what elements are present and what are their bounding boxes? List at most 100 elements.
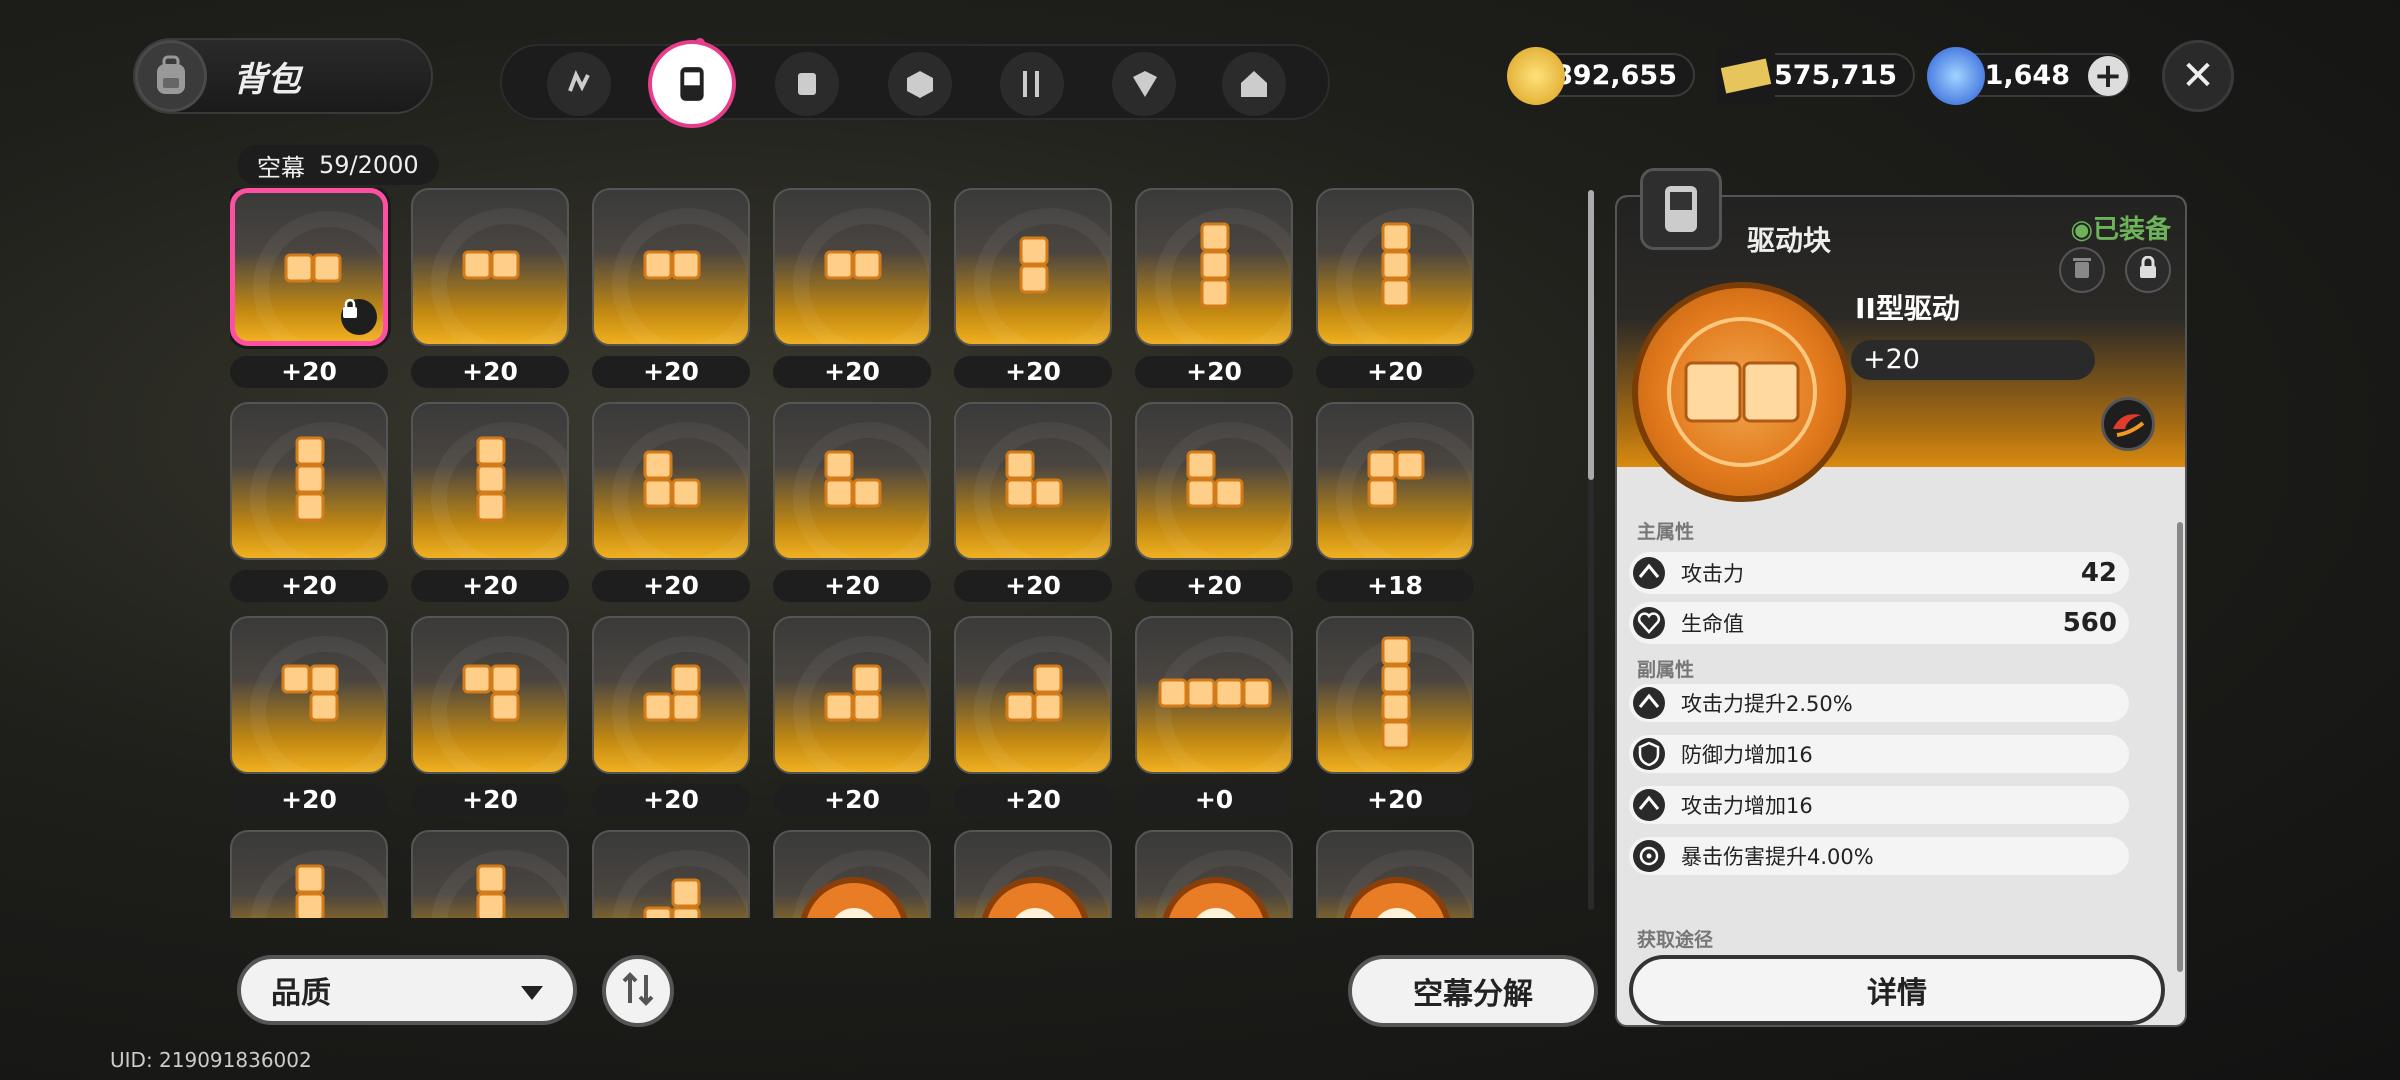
inventory-item[interactable] — [954, 830, 1112, 918]
tape-icon — [1133, 71, 1157, 97]
inventory-item[interactable] — [230, 830, 388, 918]
inventory-item[interactable] — [1135, 830, 1293, 918]
inventory-item[interactable]: +0 — [1135, 616, 1293, 816]
inventory-item[interactable]: +20 — [592, 402, 750, 602]
item-tile[interactable] — [1316, 188, 1474, 346]
inventory-item[interactable]: +20 — [230, 616, 388, 816]
item-tile[interactable] — [592, 402, 750, 560]
item-tile[interactable] — [230, 830, 388, 918]
stat-row: 生命值 560 — [1629, 602, 2129, 644]
trash-button[interactable] — [2059, 247, 2105, 293]
item-tile[interactable] — [592, 830, 750, 918]
item-tile[interactable] — [1135, 188, 1293, 346]
inventory-item[interactable]: +20 — [592, 616, 750, 816]
inventory-item[interactable]: +20 — [773, 616, 931, 816]
close-button[interactable]: ✕ — [2162, 40, 2234, 112]
dismantle-button[interactable]: 空幕分解 — [1348, 955, 1598, 1027]
inventory-item[interactable]: +20 — [1316, 616, 1474, 816]
inventory-item[interactable]: +20 — [954, 402, 1112, 602]
detail-type-label: 驱动块 — [1747, 224, 1832, 257]
inventory-item[interactable]: +20 — [592, 188, 750, 388]
hp-icon — [1633, 607, 1665, 639]
item-tile[interactable] — [1316, 402, 1474, 560]
chevron-down-icon — [521, 973, 543, 1008]
inventory-item[interactable] — [1316, 830, 1474, 918]
category-tab-bangboo-chip[interactable] — [648, 40, 736, 128]
item-tile[interactable] — [230, 616, 388, 774]
category-tab-home[interactable] — [1222, 52, 1286, 116]
item-tile[interactable] — [954, 616, 1112, 774]
inventory-item[interactable]: +20 — [1135, 402, 1293, 602]
item-level-label: +20 — [773, 784, 931, 816]
inventory-item[interactable]: +20 — [411, 402, 569, 602]
item-tile[interactable] — [592, 616, 750, 774]
category-tab-food[interactable] — [1000, 52, 1064, 116]
attack-icon — [1633, 789, 1665, 821]
details-button[interactable]: 详情 — [1629, 955, 2165, 1025]
item-tile[interactable] — [1135, 616, 1293, 774]
item-tile[interactable] — [1316, 830, 1474, 918]
item-tile[interactable] — [411, 830, 569, 918]
inventory-item[interactable] — [592, 830, 750, 918]
item-level-label: +20 — [773, 356, 931, 388]
sort-order-button[interactable] — [602, 955, 674, 1027]
box-icon — [907, 71, 933, 98]
backpack-header: 背包 — [133, 38, 433, 114]
item-level-label: +20 — [954, 784, 1112, 816]
quality-filter-select[interactable]: 品质 — [237, 955, 577, 1025]
item-tile[interactable] — [230, 188, 388, 346]
item-tile[interactable] — [773, 188, 931, 346]
inventory-item[interactable]: +20 — [230, 188, 388, 388]
item-level-label: +20 — [1135, 356, 1293, 388]
stat-row: 防御力增加16 — [1629, 735, 2129, 773]
grid-scrollbar-thumb[interactable] — [1588, 190, 1594, 480]
inventory-item[interactable]: +20 — [1135, 188, 1293, 388]
detail-scrollbar[interactable] — [2177, 522, 2183, 972]
lock-button[interactable] — [2125, 247, 2171, 293]
stat-row: 暴击伤害提升4.00% — [1629, 837, 2129, 875]
item-tile[interactable] — [954, 402, 1112, 560]
stat-label: 生命值 — [1681, 612, 1744, 636]
inventory-item[interactable] — [773, 830, 931, 918]
inventory-item[interactable]: +20 — [411, 616, 569, 816]
item-tile[interactable] — [1316, 616, 1474, 774]
item-tile[interactable] — [411, 188, 569, 346]
crit-icon — [1633, 840, 1665, 872]
item-tile[interactable] — [411, 616, 569, 774]
inventory-item[interactable]: +20 — [1316, 188, 1474, 388]
item-tile[interactable] — [773, 402, 931, 560]
category-tab-drive-disc[interactable] — [547, 52, 611, 116]
category-tab-tape[interactable] — [1112, 52, 1176, 116]
item-tile[interactable] — [411, 402, 569, 560]
stat-value: 560 — [2062, 608, 2117, 638]
inventory-item[interactable]: +20 — [230, 402, 388, 602]
inventory-item[interactable]: +20 — [773, 188, 931, 388]
item-level-label: +18 — [1316, 570, 1474, 602]
inventory-item[interactable]: +20 — [411, 188, 569, 388]
item-level-label: +20 — [230, 570, 388, 602]
item-tile[interactable] — [954, 830, 1112, 918]
inventory-item[interactable]: +20 — [954, 616, 1112, 816]
item-tile[interactable] — [1135, 402, 1293, 560]
item-tile[interactable] — [1135, 830, 1293, 918]
currency-crystal-value: 1,648 — [1984, 59, 2070, 91]
inventory-item[interactable]: +20 — [954, 188, 1112, 388]
crystal-icon — [1927, 47, 1985, 105]
item-tile[interactable] — [230, 402, 388, 560]
inventory-item[interactable]: +18 — [1316, 402, 1474, 602]
item-tile[interactable] — [773, 616, 931, 774]
inventory-item[interactable] — [411, 830, 569, 918]
add-crystal-button[interactable]: + — [2088, 56, 2128, 96]
item-level-label: +20 — [230, 356, 388, 388]
item-tile[interactable] — [773, 830, 931, 918]
item-name: II型驱动 — [1855, 292, 1960, 325]
category-tab-material[interactable] — [775, 52, 839, 116]
inventory-item[interactable]: +20 — [773, 402, 931, 602]
currency-gold: 892,655 — [1507, 47, 1695, 105]
item-tile[interactable] — [954, 188, 1112, 346]
item-tile[interactable] — [592, 188, 750, 346]
item-level-label: +20 — [592, 784, 750, 816]
stat-row: 攻击力 42 — [1629, 552, 2129, 594]
category-tab-box[interactable] — [888, 52, 952, 116]
item-detail-panel: 驱动块 ◉已装备 II型驱动 +20 主属性 攻击力 42 生命值 560 副属性 攻… — [1615, 195, 2187, 1027]
